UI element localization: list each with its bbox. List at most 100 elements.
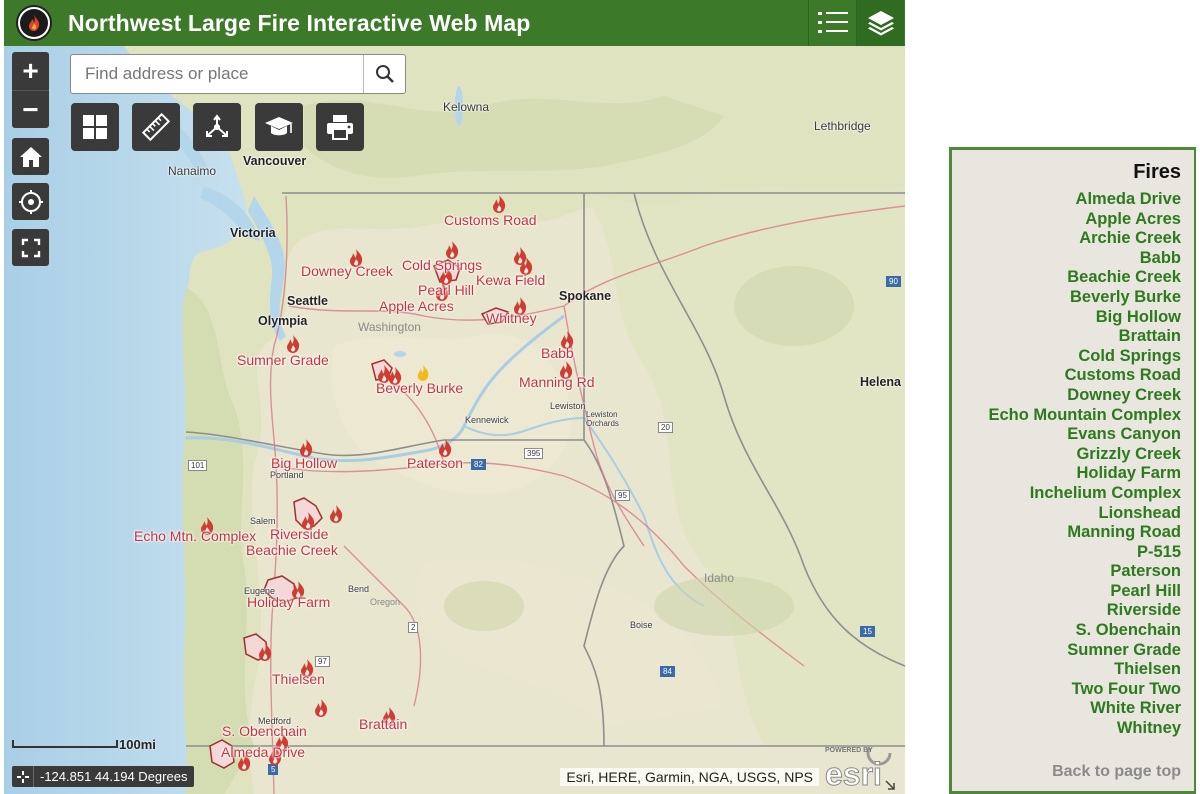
fire-marker-icon[interactable] — [491, 194, 507, 214]
legend-list-icon[interactable] — [808, 0, 856, 46]
zoom-control: + − — [12, 52, 49, 128]
fire-list-item[interactable]: Manning Road — [988, 523, 1181, 543]
fire-label-pearl-hill[interactable]: Pearl Hill — [418, 282, 474, 298]
fire-marker-icon[interactable] — [313, 698, 329, 718]
scale-label: 100mi — [119, 737, 156, 752]
fire-label-echo-mtn-complex[interactable]: Echo Mtn. Complex — [134, 528, 256, 544]
fire-label-kewa-field[interactable]: Kewa Field — [476, 272, 545, 288]
svg-text:POWERED BY: POWERED BY — [825, 747, 873, 754]
fire-label-downey-creek[interactable]: Downey Creek — [301, 263, 393, 279]
fire-list-item[interactable]: Lionshead — [988, 504, 1181, 524]
basemap-gallery-icon[interactable] — [71, 103, 119, 151]
fire-label-paterson[interactable]: Paterson — [407, 455, 463, 471]
fire-list-item[interactable]: Babb — [988, 249, 1181, 269]
fire-marker-icon[interactable] — [285, 334, 301, 354]
state-oregon: Oregon — [370, 597, 401, 607]
fire-list-item[interactable]: Whitney — [988, 719, 1181, 739]
svg-text:esri: esri — [825, 756, 882, 791]
place-portland: Portland — [270, 470, 304, 480]
fire-label-beachie-creek[interactable]: Beachie Creek — [246, 542, 338, 558]
highway-shield: 395 — [524, 448, 544, 459]
fire-list-item[interactable]: Thielsen — [988, 660, 1181, 680]
search-icon[interactable] — [363, 55, 405, 93]
fire-label-sumner-grade[interactable]: Sumner Grade — [237, 352, 329, 368]
layers-icon[interactable] — [856, 0, 904, 46]
place-seattle: Seattle — [287, 294, 328, 308]
fire-list: Almeda Drive Apple Acres Archie Creek Babb B… — [988, 190, 1181, 739]
map-attribution: Esri, HERE, Garmin, NGA, USGS, NPS — [560, 768, 819, 786]
place-lethbridge: Lethbridge — [814, 119, 871, 133]
fire-list-item[interactable]: Paterson — [988, 562, 1181, 582]
fire-label-holiday-farm[interactable]: Holiday Farm — [247, 594, 330, 610]
about-graduation-cap-icon[interactable] — [255, 103, 303, 151]
zoom-in-button[interactable]: + — [12, 52, 49, 90]
fire-list-item[interactable]: Echo Mountain Complex — [988, 406, 1181, 426]
fire-list-item[interactable]: Beachie Creek — [988, 268, 1181, 288]
fire-list-item[interactable]: Downey Creek — [988, 386, 1181, 406]
app-title: Northwest Large Fire Interactive Web Map — [68, 9, 531, 36]
locate-icon[interactable] — [12, 183, 49, 220]
fire-label-babb[interactable]: Babb — [541, 345, 574, 361]
map-canvas[interactable]: Kelowna Lethbridge Vancouver Nanaimo Vic… — [4, 46, 905, 794]
fire-list-item[interactable]: Evans Canyon — [988, 425, 1181, 445]
fire-agency-logo — [16, 5, 52, 41]
place-kelowna: Kelowna — [443, 100, 490, 114]
fire-label-customs-road[interactable]: Customs Road — [444, 212, 537, 228]
fire-list-item[interactable]: Riverside — [988, 601, 1181, 621]
fire-list-item[interactable]: Big Hollow — [988, 308, 1181, 328]
fire-label-apple-acres[interactable]: Apple Acres — [379, 298, 454, 314]
print-icon[interactable] — [316, 103, 364, 151]
state-washington: Washington — [358, 320, 421, 334]
fire-list-item[interactable]: Inchelium Complex — [988, 484, 1181, 504]
highway-shield: 82 — [471, 459, 486, 470]
fire-label-riverside[interactable]: Riverside — [270, 526, 328, 542]
fire-list-item[interactable]: Customs Road — [988, 366, 1181, 386]
place-victoria: Victoria — [230, 226, 276, 240]
home-icon[interactable] — [12, 138, 49, 175]
fullscreen-icon[interactable] — [12, 229, 49, 266]
measure-ruler-icon[interactable] — [132, 103, 180, 151]
fire-marker-icon[interactable] — [257, 642, 273, 662]
fire-list-item[interactable]: Cold Springs — [988, 347, 1181, 367]
fire-list-item[interactable]: Pearl Hill — [988, 582, 1181, 602]
fire-list-item[interactable]: Apple Acres — [988, 210, 1181, 230]
search-input[interactable] — [71, 55, 363, 93]
fire-list-item[interactable]: Two Four Two — [988, 680, 1181, 700]
crosshair-icon — [12, 766, 34, 787]
share-icon[interactable] — [193, 103, 241, 151]
fire-label-cold-springs[interactable]: Cold Springs — [402, 257, 482, 273]
fire-marker-icon[interactable] — [328, 504, 344, 524]
highway-shield: 95 — [615, 490, 630, 501]
fire-list-item[interactable]: Grizzly Creek — [988, 445, 1181, 465]
fire-list-item[interactable]: P-515 — [988, 543, 1181, 563]
fire-list-item[interactable]: Brattain — [988, 327, 1181, 347]
fire-list-item[interactable]: Almeda Drive — [988, 190, 1181, 210]
fire-label-thielsen[interactable]: Thielsen — [272, 671, 325, 687]
fire-label-manning-rd[interactable]: Manning Rd — [519, 374, 595, 390]
fire-list-item[interactable]: Holiday Farm — [988, 464, 1181, 484]
fire-list-item[interactable]: White River — [988, 699, 1181, 719]
coordinate-display[interactable]: -124.851 44.194 Degrees — [12, 766, 195, 787]
place-salem: Salem — [250, 516, 276, 526]
fire-label-s-obenchain[interactable]: S. Obenchain — [222, 723, 307, 739]
app-header: Northwest Large Fire Interactive Web Map — [4, 0, 905, 46]
fire-list-item[interactable]: Sumner Grade — [988, 641, 1181, 661]
coordinate-value: -124.851 44.194 Degrees — [40, 769, 188, 784]
highway-shield: 20 — [658, 422, 673, 433]
back-to-top-link[interactable]: Back to page top — [1052, 763, 1181, 781]
fire-list-item[interactable]: Beverly Burke — [988, 288, 1181, 308]
highway-shield: 97 — [315, 656, 330, 667]
fire-list-item[interactable]: S. Obenchain — [988, 621, 1181, 641]
fire-label-beverly-burke[interactable]: Beverly Burke — [376, 380, 463, 396]
place-olympia: Olympia — [258, 314, 308, 328]
fire-label-almeda-drive[interactable]: Almeda Drive — [221, 744, 305, 760]
esri-logo: POWERED BY esri — [822, 739, 896, 793]
highway-shield: 84 — [660, 666, 675, 677]
fire-label-brattain[interactable]: Brattain — [359, 716, 407, 732]
fire-label-big-hollow[interactable]: Big Hollow — [271, 455, 337, 471]
place-kennewick: Kennewick — [465, 415, 509, 425]
fires-list-panel: Fires Almeda Drive Apple Acres Archie Cree… — [949, 147, 1196, 794]
zoom-out-button[interactable]: − — [12, 90, 49, 128]
fire-list-item[interactable]: Archie Creek — [988, 229, 1181, 249]
fire-label-whitney[interactable]: Whitney — [486, 310, 537, 326]
